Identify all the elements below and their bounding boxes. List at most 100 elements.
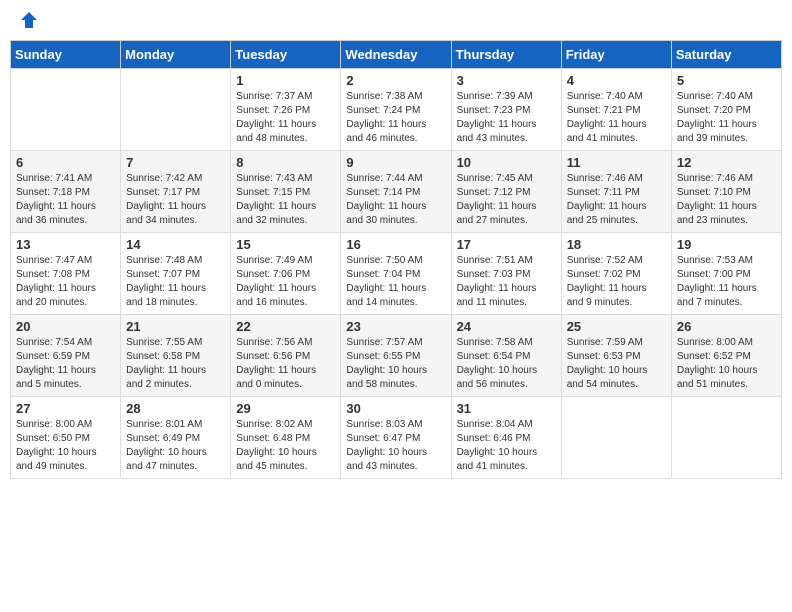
day-number: 9 xyxy=(346,155,445,170)
weekday-header-sunday: Sunday xyxy=(11,41,121,69)
day-number: 10 xyxy=(457,155,556,170)
day-number: 21 xyxy=(126,319,225,334)
calendar-cell: 14 Sunrise: 7:48 AMSunset: 7:07 PMDayligh… xyxy=(121,233,231,315)
day-info: Sunrise: 7:47 AMSunset: 7:08 PMDaylight:… xyxy=(16,254,115,310)
calendar-cell: 30 Sunrise: 8:03 AMSunset: 6:47 PMDayligh… xyxy=(341,397,451,479)
day-number: 17 xyxy=(457,237,556,252)
day-info: Sunrise: 7:53 AMSunset: 7:00 PMDaylight:… xyxy=(677,254,776,310)
day-number: 31 xyxy=(457,401,556,416)
calendar-cell: 15Sunrise: 7:49 AMSunset: 7:06 PMDayligh… xyxy=(231,233,341,315)
day-info: Sunrise: 7:55 AMSunset: 6:58 PMDaylight:… xyxy=(126,336,225,392)
day-info: Sunrise: 7:41 AMSunset: 7:18 PMDaylight:… xyxy=(16,172,115,228)
day-number: 20 xyxy=(16,319,115,334)
day-number: 27 xyxy=(16,401,115,416)
weekday-header-monday: Monday xyxy=(121,41,231,69)
calendar-cell: 6 Sunrise: 7:41 AMSunset: 7:18 PMDaylight… xyxy=(11,151,121,233)
day-number: 18 xyxy=(567,237,666,252)
calendar-cell: 5 Sunrise: 7:40 AMSunset: 7:20 PMDaylight… xyxy=(671,69,781,151)
calendar-week-row: 6 Sunrise: 7:41 AMSunset: 7:18 PMDaylight… xyxy=(11,151,782,233)
day-info: Sunrise: 7:50 AMSunset: 7:04 PMDaylight:… xyxy=(346,254,445,310)
day-info: Sunrise: 7:42 AMSunset: 7:17 PMDaylight:… xyxy=(126,172,225,228)
day-number: 16 xyxy=(346,237,445,252)
calendar-cell: 28 Sunrise: 8:01 AMSunset: 6:49 PMDayligh… xyxy=(121,397,231,479)
calendar-cell: 22 Sunrise: 7:56 AMSunset: 6:56 PMDayligh… xyxy=(231,315,341,397)
day-number: 8 xyxy=(236,155,335,170)
day-number: 13 xyxy=(16,237,115,252)
day-number: 5 xyxy=(677,73,776,88)
calendar-week-row: 20 Sunrise: 7:54 AMSunset: 6:59 PMDayligh… xyxy=(11,315,782,397)
day-info: Sunrise: 7:59 AMSunset: 6:53 PMDaylight:… xyxy=(567,336,666,392)
logo-icon xyxy=(19,10,39,30)
calendar-cell: 12 Sunrise: 7:46 AMSunset: 7:10 PMDayligh… xyxy=(671,151,781,233)
day-number: 7 xyxy=(126,155,225,170)
day-info: Sunrise: 7:40 AMSunset: 7:21 PMDaylight:… xyxy=(567,90,666,146)
day-number: 12 xyxy=(677,155,776,170)
calendar-week-row: 13 Sunrise: 7:47 AMSunset: 7:08 PMDayligh… xyxy=(11,233,782,315)
calendar-cell xyxy=(11,69,121,151)
day-number: 1 xyxy=(236,73,335,88)
calendar-cell: 4 Sunrise: 7:40 AMSunset: 7:21 PMDaylight… xyxy=(561,69,671,151)
weekday-header-thursday: Thursday xyxy=(451,41,561,69)
day-info: Sunrise: 7:51 AMSunset: 7:03 PMDaylight:… xyxy=(457,254,556,310)
day-number: 26 xyxy=(677,319,776,334)
weekday-header-wednesday: Wednesday xyxy=(341,41,451,69)
day-info: Sunrise: 7:38 AMSunset: 7:24 PMDaylight:… xyxy=(346,90,445,146)
day-number: 2 xyxy=(346,73,445,88)
day-number: 6 xyxy=(16,155,115,170)
calendar-cell: 11Sunrise: 7:46 AMSunset: 7:11 PMDayligh… xyxy=(561,151,671,233)
calendar-cell: 3 Sunrise: 7:39 AMSunset: 7:23 PMDaylight… xyxy=(451,69,561,151)
day-number: 28 xyxy=(126,401,225,416)
weekday-header-tuesday: Tuesday xyxy=(231,41,341,69)
calendar-cell: 16 Sunrise: 7:50 AMSunset: 7:04 PMDayligh… xyxy=(341,233,451,315)
day-info: Sunrise: 8:02 AMSunset: 6:48 PMDaylight:… xyxy=(236,418,335,474)
calendar-week-row: 27 Sunrise: 8:00 AMSunset: 6:50 PMDayligh… xyxy=(11,397,782,479)
calendar-cell xyxy=(561,397,671,479)
day-number: 25 xyxy=(567,319,666,334)
calendar-cell: 2 Sunrise: 7:38 AMSunset: 7:24 PMDaylight… xyxy=(341,69,451,151)
calendar-cell: 25 Sunrise: 7:59 AMSunset: 6:53 PMDayligh… xyxy=(561,315,671,397)
page-header xyxy=(10,10,782,30)
calendar-cell: 13 Sunrise: 7:47 AMSunset: 7:08 PMDayligh… xyxy=(11,233,121,315)
calendar-cell: 31 Sunrise: 8:04 AMSunset: 6:46 PMDayligh… xyxy=(451,397,561,479)
calendar-cell: 7 Sunrise: 7:42 AMSunset: 7:17 PMDaylight… xyxy=(121,151,231,233)
day-info: Sunrise: 7:43 AMSunset: 7:15 PMDaylight:… xyxy=(236,172,335,228)
calendar-cell: 19Sunrise: 7:53 AMSunset: 7:00 PMDayligh… xyxy=(671,233,781,315)
calendar-cell: 29Sunrise: 8:02 AMSunset: 6:48 PMDayligh… xyxy=(231,397,341,479)
calendar-table: SundayMondayTuesdayWednesdayThursdayFrid… xyxy=(10,40,782,479)
weekday-header-friday: Friday xyxy=(561,41,671,69)
day-info: Sunrise: 7:40 AMSunset: 7:20 PMDaylight:… xyxy=(677,90,776,146)
calendar-cell: 1 Sunrise: 7:37 AMSunset: 7:26 PMDaylight… xyxy=(231,69,341,151)
day-number: 11 xyxy=(567,155,666,170)
calendar-cell: 26Sunrise: 8:00 AMSunset: 6:52 PMDayligh… xyxy=(671,315,781,397)
day-info: Sunrise: 8:04 AMSunset: 6:46 PMDaylight:… xyxy=(457,418,556,474)
day-info: Sunrise: 7:37 AMSunset: 7:26 PMDaylight:… xyxy=(236,90,335,146)
day-number: 22 xyxy=(236,319,335,334)
day-info: Sunrise: 7:56 AMSunset: 6:56 PMDaylight:… xyxy=(236,336,335,392)
day-info: Sunrise: 7:49 AMSunset: 7:06 PMDaylight:… xyxy=(236,254,335,310)
day-info: Sunrise: 8:00 AMSunset: 6:50 PMDaylight:… xyxy=(16,418,115,474)
day-info: Sunrise: 8:01 AMSunset: 6:49 PMDaylight:… xyxy=(126,418,225,474)
day-info: Sunrise: 7:54 AMSunset: 6:59 PMDaylight:… xyxy=(16,336,115,392)
day-info: Sunrise: 7:57 AMSunset: 6:55 PMDaylight:… xyxy=(346,336,445,392)
day-number: 14 xyxy=(126,237,225,252)
day-info: Sunrise: 7:44 AMSunset: 7:14 PMDaylight:… xyxy=(346,172,445,228)
day-info: Sunrise: 7:39 AMSunset: 7:23 PMDaylight:… xyxy=(457,90,556,146)
day-number: 3 xyxy=(457,73,556,88)
calendar-cell: 18Sunrise: 7:52 AMSunset: 7:02 PMDayligh… xyxy=(561,233,671,315)
day-number: 23 xyxy=(346,319,445,334)
calendar-cell: 9 Sunrise: 7:44 AMSunset: 7:14 PMDaylight… xyxy=(341,151,451,233)
calendar-cell: 10 Sunrise: 7:45 AMSunset: 7:12 PMDayligh… xyxy=(451,151,561,233)
day-info: Sunrise: 7:45 AMSunset: 7:12 PMDaylight:… xyxy=(457,172,556,228)
weekday-header-saturday: Saturday xyxy=(671,41,781,69)
day-info: Sunrise: 7:48 AMSunset: 7:07 PMDaylight:… xyxy=(126,254,225,310)
calendar-cell: 20 Sunrise: 7:54 AMSunset: 6:59 PMDayligh… xyxy=(11,315,121,397)
day-info: Sunrise: 7:46 AMSunset: 7:10 PMDaylight:… xyxy=(677,172,776,228)
day-number: 4 xyxy=(567,73,666,88)
calendar-cell: 17 Sunrise: 7:51 AMSunset: 7:03 PMDayligh… xyxy=(451,233,561,315)
day-number: 24 xyxy=(457,319,556,334)
logo xyxy=(15,10,39,30)
calendar-cell xyxy=(671,397,781,479)
day-info: Sunrise: 8:03 AMSunset: 6:47 PMDaylight:… xyxy=(346,418,445,474)
calendar-cell xyxy=(121,69,231,151)
day-number: 30 xyxy=(346,401,445,416)
